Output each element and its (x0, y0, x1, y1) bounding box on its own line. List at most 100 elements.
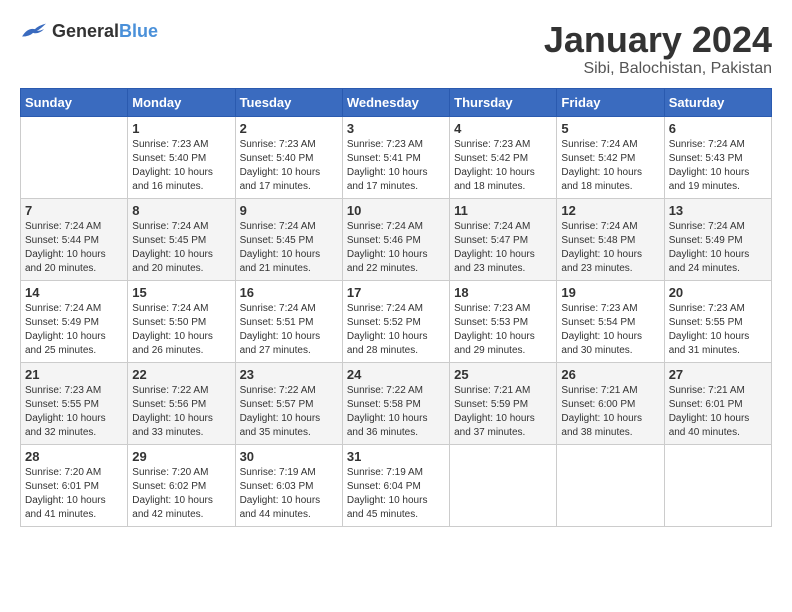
day-number: 3 (347, 121, 445, 136)
day-number: 1 (132, 121, 230, 136)
day-info: Sunrise: 7:23 AMSunset: 5:42 PMDaylight:… (454, 138, 552, 194)
day-info: Sunrise: 7:23 AMSunset: 5:40 PMDaylight:… (132, 138, 230, 194)
calendar-cell: 15 Sunrise: 7:24 AMSunset: 5:50 PMDayligh… (128, 280, 235, 362)
day-info: Sunrise: 7:23 AMSunset: 5:54 PMDaylight:… (561, 302, 659, 358)
calendar-cell: 30Sunrise: 7:19 AMSunset: 6:03 PMDayligh… (235, 444, 342, 526)
day-number: 18 (454, 285, 552, 300)
day-info: Sunrise: 7:24 AMSunset: 5:42 PMDaylight:… (561, 138, 659, 194)
logo-general: General (52, 21, 119, 41)
day-info: Sunrise: 7:24 AMSunset: 5:52 PMDaylight:… (347, 302, 445, 358)
calendar-cell: 4 Sunrise: 7:23 AMSunset: 5:42 PMDaylight… (450, 116, 557, 198)
day-info: Sunrise: 7:22 AMSunset: 5:57 PMDaylight:… (240, 384, 338, 440)
calendar-cell: 3 Sunrise: 7:23 AMSunset: 5:41 PMDaylight… (342, 116, 449, 198)
day-number: 10 (347, 203, 445, 218)
calendar-cell: 21Sunrise: 7:23 AMSunset: 5:55 PMDayligh… (21, 362, 128, 444)
day-number: 12 (561, 203, 659, 218)
calendar-cell (450, 444, 557, 526)
calendar-cell: 24Sunrise: 7:22 AMSunset: 5:58 PMDayligh… (342, 362, 449, 444)
calendar-table: Sunday Monday Tuesday Wednesday Thursday… (20, 88, 772, 527)
day-number: 9 (240, 203, 338, 218)
calendar-cell: 17Sunrise: 7:24 AMSunset: 5:52 PMDayligh… (342, 280, 449, 362)
day-info: Sunrise: 7:24 AMSunset: 5:49 PMDaylight:… (25, 302, 123, 358)
calendar-cell: 22 Sunrise: 7:22 AMSunset: 5:56 PMDayligh… (128, 362, 235, 444)
calendar-cell: 10Sunrise: 7:24 AMSunset: 5:46 PMDayligh… (342, 198, 449, 280)
day-info: Sunrise: 7:23 AMSunset: 5:53 PMDaylight:… (454, 302, 552, 358)
col-saturday: Saturday (664, 88, 771, 116)
day-info: Sunrise: 7:24 AMSunset: 5:48 PMDaylight:… (561, 220, 659, 276)
col-wednesday: Wednesday (342, 88, 449, 116)
day-number: 4 (454, 121, 552, 136)
day-info: Sunrise: 7:20 AMSunset: 6:02 PMDaylight:… (132, 466, 230, 522)
calendar-cell: 16Sunrise: 7:24 AMSunset: 5:51 PMDayligh… (235, 280, 342, 362)
calendar-week-row: 28 Sunrise: 7:20 AMSunset: 6:01 PMDayligh… (21, 444, 772, 526)
col-tuesday: Tuesday (235, 88, 342, 116)
calendar-cell: 2Sunrise: 7:23 AMSunset: 5:40 PMDaylight… (235, 116, 342, 198)
day-number: 15 (132, 285, 230, 300)
day-number: 16 (240, 285, 338, 300)
day-number: 20 (669, 285, 767, 300)
day-info: Sunrise: 7:21 AMSunset: 6:00 PMDaylight:… (561, 384, 659, 440)
day-info: Sunrise: 7:23 AMSunset: 5:55 PMDaylight:… (25, 384, 123, 440)
calendar-cell: 23Sunrise: 7:22 AMSunset: 5:57 PMDayligh… (235, 362, 342, 444)
calendar-cell: 11 Sunrise: 7:24 AMSunset: 5:47 PMDayligh… (450, 198, 557, 280)
calendar-cell: 14Sunrise: 7:24 AMSunset: 5:49 PMDayligh… (21, 280, 128, 362)
day-info: Sunrise: 7:20 AMSunset: 6:01 PMDaylight:… (25, 466, 123, 522)
calendar-cell: 19Sunrise: 7:23 AMSunset: 5:54 PMDayligh… (557, 280, 664, 362)
day-info: Sunrise: 7:24 AMSunset: 5:49 PMDaylight:… (669, 220, 767, 276)
calendar-week-row: 7 Sunrise: 7:24 AMSunset: 5:44 PMDaylight… (21, 198, 772, 280)
day-number: 29 (132, 449, 230, 464)
day-number: 24 (347, 367, 445, 382)
day-number: 5 (561, 121, 659, 136)
logo: GeneralBlue (20, 20, 158, 42)
calendar-cell: 7 Sunrise: 7:24 AMSunset: 5:44 PMDaylight… (21, 198, 128, 280)
day-info: Sunrise: 7:21 AMSunset: 6:01 PMDaylight:… (669, 384, 767, 440)
day-number: 27 (669, 367, 767, 382)
day-number: 28 (25, 449, 123, 464)
calendar-header-row: Sunday Monday Tuesday Wednesday Thursday… (21, 88, 772, 116)
day-number: 11 (454, 203, 552, 218)
calendar-cell: 5 Sunrise: 7:24 AMSunset: 5:42 PMDaylight… (557, 116, 664, 198)
day-number: 6 (669, 121, 767, 136)
day-info: Sunrise: 7:24 AMSunset: 5:44 PMDaylight:… (25, 220, 123, 276)
calendar-week-row: 14Sunrise: 7:24 AMSunset: 5:49 PMDayligh… (21, 280, 772, 362)
col-monday: Monday (128, 88, 235, 116)
calendar-cell: 20Sunrise: 7:23 AMSunset: 5:55 PMDayligh… (664, 280, 771, 362)
calendar-cell: 27 Sunrise: 7:21 AMSunset: 6:01 PMDayligh… (664, 362, 771, 444)
calendar-cell: 31Sunrise: 7:19 AMSunset: 6:04 PMDayligh… (342, 444, 449, 526)
day-number: 22 (132, 367, 230, 382)
day-number: 25 (454, 367, 552, 382)
calendar-cell: 26Sunrise: 7:21 AMSunset: 6:00 PMDayligh… (557, 362, 664, 444)
day-info: Sunrise: 7:24 AMSunset: 5:43 PMDaylight:… (669, 138, 767, 194)
calendar-week-row: 1 Sunrise: 7:23 AMSunset: 5:40 PMDaylight… (21, 116, 772, 198)
col-thursday: Thursday (450, 88, 557, 116)
calendar-cell: 29 Sunrise: 7:20 AMSunset: 6:02 PMDayligh… (128, 444, 235, 526)
calendar-cell: 13 Sunrise: 7:24 AMSunset: 5:49 PMDayligh… (664, 198, 771, 280)
calendar-cell: 9Sunrise: 7:24 AMSunset: 5:45 PMDaylight… (235, 198, 342, 280)
logo-blue: Blue (119, 21, 158, 41)
calendar-cell: 12 Sunrise: 7:24 AMSunset: 5:48 PMDayligh… (557, 198, 664, 280)
calendar-cell (557, 444, 664, 526)
day-info: Sunrise: 7:23 AMSunset: 5:41 PMDaylight:… (347, 138, 445, 194)
calendar-cell: 8Sunrise: 7:24 AMSunset: 5:45 PMDaylight… (128, 198, 235, 280)
day-info: Sunrise: 7:22 AMSunset: 5:56 PMDaylight:… (132, 384, 230, 440)
day-info: Sunrise: 7:24 AMSunset: 5:47 PMDaylight:… (454, 220, 552, 276)
calendar-cell (21, 116, 128, 198)
day-number: 7 (25, 203, 123, 218)
day-number: 8 (132, 203, 230, 218)
col-sunday: Sunday (21, 88, 128, 116)
day-number: 31 (347, 449, 445, 464)
calendar-cell: 6 Sunrise: 7:24 AMSunset: 5:43 PMDaylight… (664, 116, 771, 198)
logo-icon (20, 20, 48, 42)
calendar-cell (664, 444, 771, 526)
day-info: Sunrise: 7:19 AMSunset: 6:03 PMDaylight:… (240, 466, 338, 522)
day-info: Sunrise: 7:23 AMSunset: 5:40 PMDaylight:… (240, 138, 338, 194)
calendar-cell: 18 Sunrise: 7:23 AMSunset: 5:53 PMDayligh… (450, 280, 557, 362)
day-number: 13 (669, 203, 767, 218)
col-friday: Friday (557, 88, 664, 116)
day-info: Sunrise: 7:24 AMSunset: 5:50 PMDaylight:… (132, 302, 230, 358)
page-header: GeneralBlue January 2024 Sibi, Balochist… (20, 20, 772, 78)
logo-text: GeneralBlue (52, 21, 158, 42)
month-title: January 2024 (544, 20, 772, 60)
location-title: Sibi, Balochistan, Pakistan (544, 60, 772, 78)
day-info: Sunrise: 7:21 AMSunset: 5:59 PMDaylight:… (454, 384, 552, 440)
